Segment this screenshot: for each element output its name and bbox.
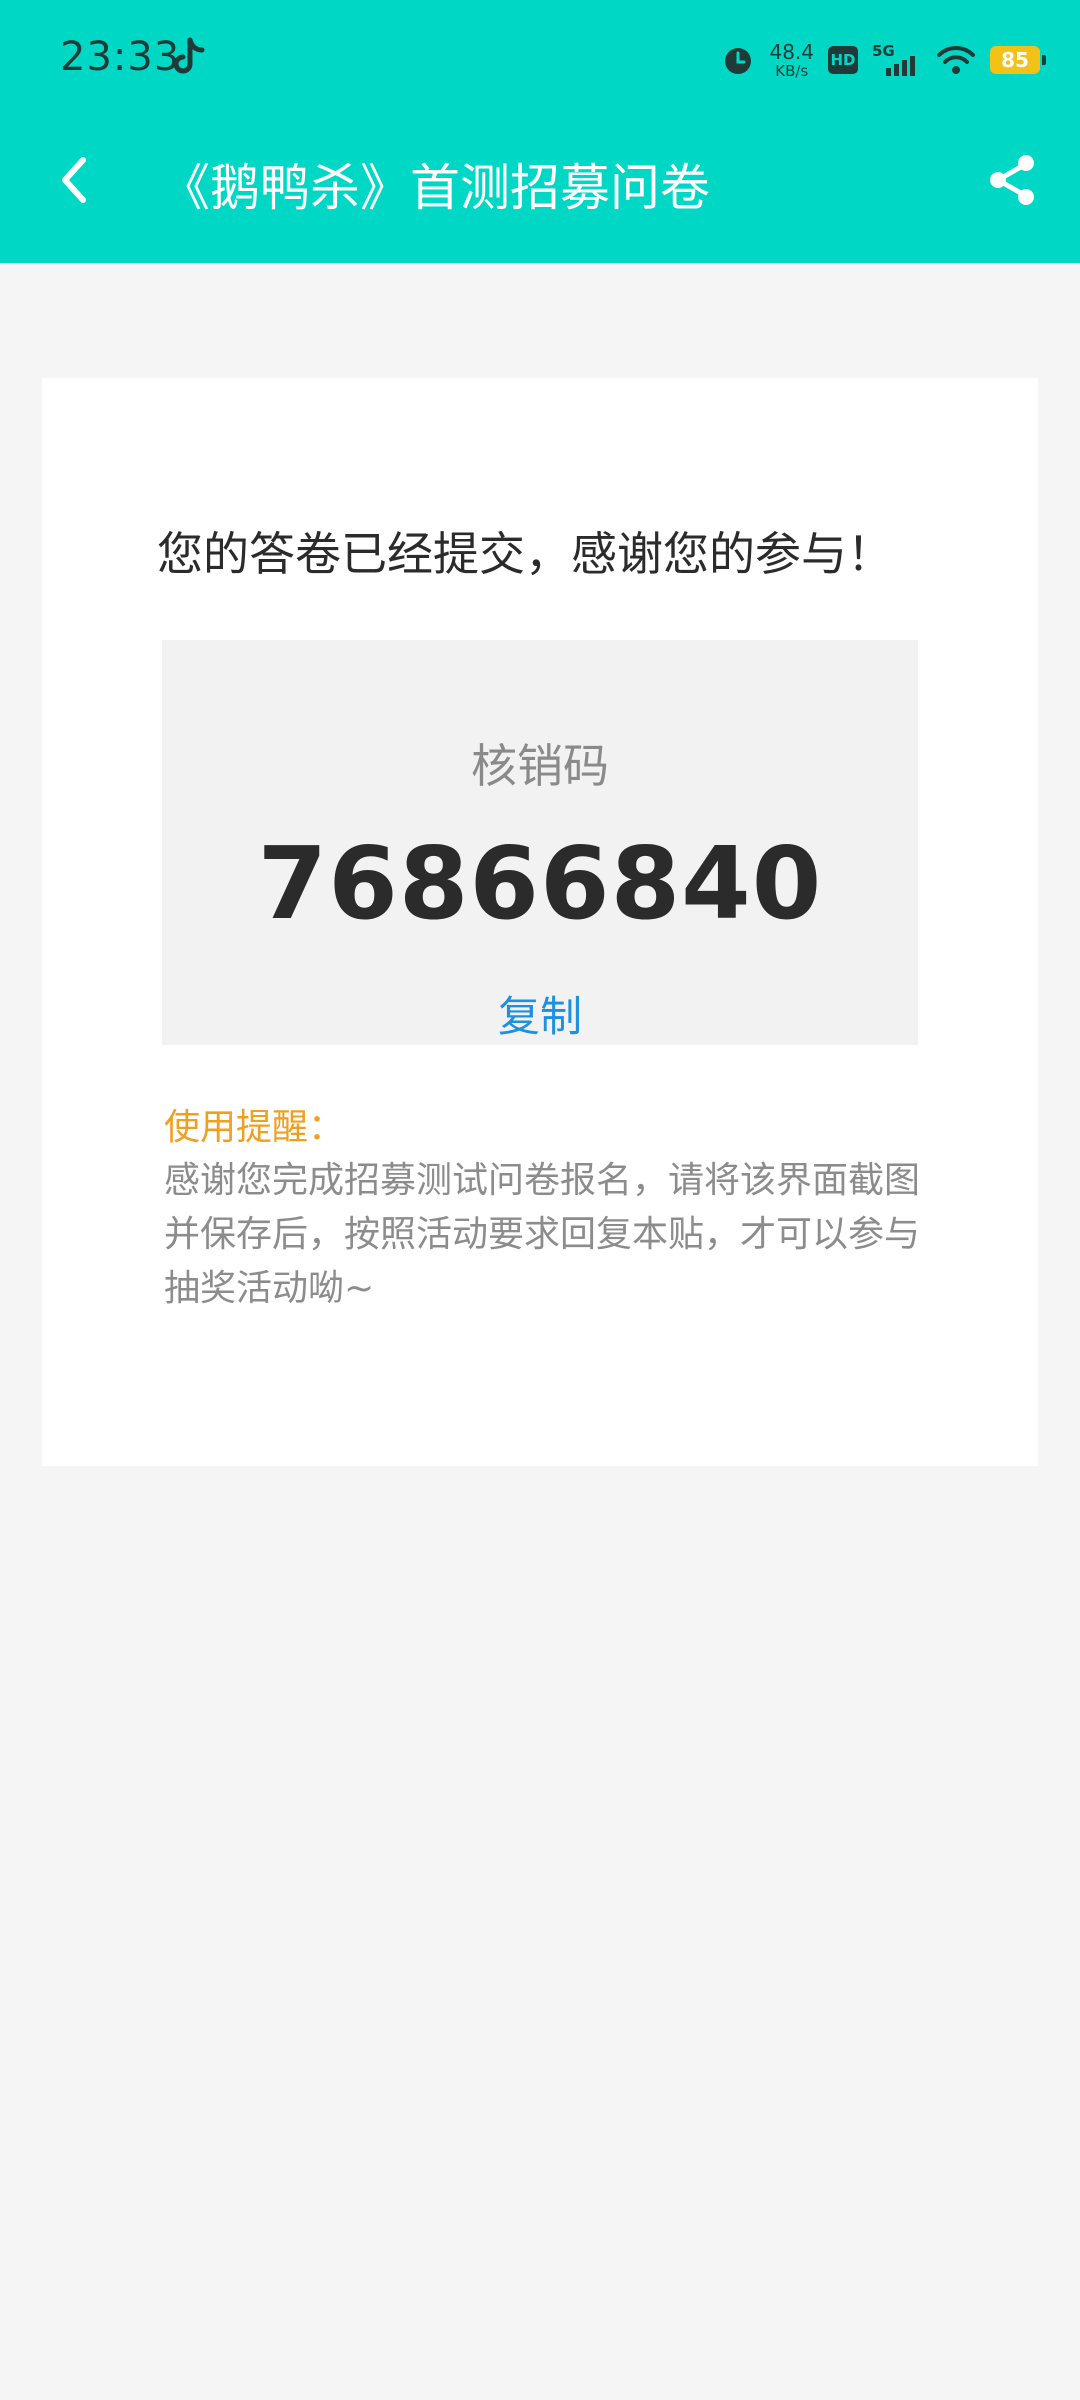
verification-code-box: 核销码 76866840 复制 (162, 640, 918, 1045)
page-title: 《鹅鸭杀》首测招募问卷 (160, 159, 710, 217)
status-bar: 23:33 48.4 KB/s HD 5G 85 (0, 0, 1080, 120)
alarm-icon (725, 48, 752, 74)
battery-icon: 85 (990, 46, 1046, 74)
submission-message: 您的答卷已经提交，感谢您的参与！ (157, 527, 893, 581)
net-speed: 48.4 KB/s (769, 42, 814, 79)
status-time: 23:33 (60, 34, 181, 80)
wifi-icon (937, 45, 975, 74)
back-arrow-icon[interactable] (45, 150, 105, 210)
app-header: 23:33 48.4 KB/s HD 5G 85 《鹅鸭杀》首测招募问卷 (0, 0, 1080, 263)
verification-code-value: 76866840 (257, 825, 823, 942)
usage-tip-title: 使用提醒： (164, 1107, 345, 1148)
verification-code-label: 核销码 (471, 739, 609, 793)
signal-icon: 5G (872, 42, 922, 78)
copy-button[interactable]: 复制 (162, 983, 918, 1044)
share-icon[interactable] (982, 150, 1042, 210)
navigation-bar: 《鹅鸭杀》首测招募问卷 (0, 130, 1080, 230)
tiktok-icon (173, 37, 205, 74)
submission-card: 您的答卷已经提交，感谢您的参与！ 核销码 76866840 复制 使用提醒： 感… (42, 378, 1038, 1466)
net-speed-value: 48.4 (769, 39, 814, 64)
usage-tip-text: 感谢您完成招募测试问卷报名，请将该界面截图并保存后，按照活动要求回复本贴，才可以… (164, 1160, 921, 1309)
status-icons: 48.4 KB/s HD 5G 85 (721, 36, 1046, 84)
net-speed-unit: KB/s (775, 61, 809, 80)
hd-badge: HD (828, 46, 858, 74)
